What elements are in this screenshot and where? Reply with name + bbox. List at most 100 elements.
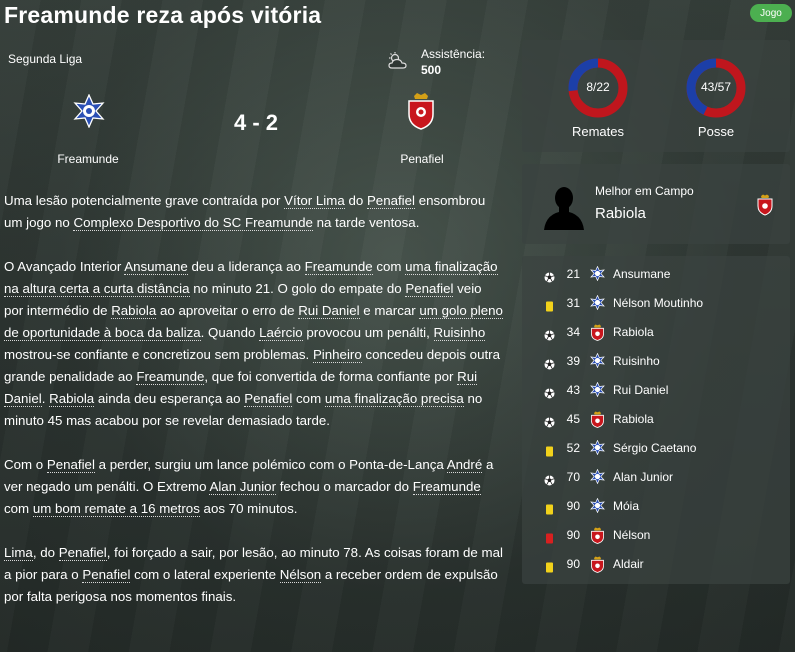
report-text: aos 70 minutos. <box>199 501 298 516</box>
penafiel-crest-icon[interactable] <box>405 92 437 130</box>
report-paragraph: O Avançado Interior Ansumane deu a lider… <box>4 256 504 432</box>
report-text: Com o <box>4 457 47 472</box>
report-link[interactable]: Freamunde <box>304 259 373 275</box>
report-link[interactable]: Rabiola <box>111 303 157 319</box>
event-player-name[interactable]: Rabiola <box>613 412 654 426</box>
goal-ball-icon <box>544 415 555 428</box>
penafiel-crest-icon <box>590 527 605 544</box>
event-row[interactable]: 39 Ruisinho <box>522 347 790 376</box>
event-row[interactable]: 90 Aldair <box>522 550 790 579</box>
event-minute: 39 <box>566 354 580 368</box>
report-text: mostrou-se confiante e concretizou sem p… <box>4 347 313 362</box>
event-player-name[interactable]: Aldair <box>613 557 644 571</box>
event-row[interactable]: 45 Rabiola <box>522 405 790 434</box>
goal-ball-icon <box>544 357 555 370</box>
penafiel-crest-icon <box>590 556 605 573</box>
report-link[interactable]: Freamunde <box>136 369 205 385</box>
red-card-icon <box>544 531 555 544</box>
event-row[interactable]: 31 Nélson Moutinho <box>522 289 790 318</box>
event-minute: 43 <box>566 383 580 397</box>
report-text: provocou um penálti, <box>302 325 434 340</box>
freamunde-crest-icon <box>590 265 605 283</box>
report-text: deu a liderança ao <box>187 259 305 274</box>
report-link[interactable]: Penafiel <box>46 457 95 473</box>
event-player-name[interactable]: Nélson Moutinho <box>613 296 703 310</box>
event-row[interactable]: 43 Rui Daniel <box>522 376 790 405</box>
home-team-name[interactable]: Freamunde <box>30 152 146 166</box>
attendance-value: 500 <box>421 63 442 77</box>
report-text: . <box>41 391 50 406</box>
freamunde-crest-icon <box>590 381 605 399</box>
event-player-name[interactable]: Ansumane <box>613 267 670 281</box>
report-link[interactable]: Rui Daniel <box>298 303 360 319</box>
report-link[interactable]: Penafiel <box>82 567 131 583</box>
report-link[interactable]: um bom remate a 16 metros <box>32 501 200 517</box>
freamunde-crest-icon <box>590 294 605 312</box>
possession-value: 43/57 <box>700 80 732 94</box>
event-player-name[interactable]: Alan Junior <box>613 470 673 484</box>
event-minute: 52 <box>566 441 580 455</box>
match-score: 4 - 2 <box>233 110 279 135</box>
report-link[interactable]: uma finalização precisa <box>324 391 464 407</box>
report-link[interactable]: Alan Junior <box>209 479 277 495</box>
report-link[interactable]: Ansumane <box>124 259 188 275</box>
report-link[interactable]: Vítor Lima <box>284 193 345 209</box>
penafiel-crest-icon <box>590 324 605 341</box>
report-link[interactable]: Rabiola <box>49 391 95 407</box>
report-link[interactable]: Penafiel <box>366 193 415 209</box>
event-row[interactable]: 70 Alan Junior <box>522 463 790 492</box>
event-player-name[interactable]: Nélson <box>613 528 650 542</box>
goal-ball-icon <box>544 328 555 341</box>
possession-label: Posse <box>697 124 735 139</box>
freamunde-crest-icon <box>590 468 605 486</box>
report-link[interactable]: Laércio <box>259 325 303 341</box>
event-player-name[interactable]: Sérgio Caetano <box>613 441 696 455</box>
page-title: Freamunde reza após vitória <box>4 2 322 28</box>
event-minute: 70 <box>566 470 580 484</box>
event-minute: 90 <box>566 557 580 571</box>
freamunde-crest-icon[interactable] <box>72 94 106 128</box>
motm-player-name[interactable]: Rabiola <box>595 205 646 222</box>
player-silhouette-icon <box>544 187 584 230</box>
report-link[interactable]: Penafiel <box>58 545 107 561</box>
event-minute: 31 <box>566 296 580 310</box>
freamunde-crest-icon <box>590 352 605 370</box>
report-link[interactable]: Ruisinho <box>433 325 486 341</box>
event-player-name[interactable]: Rui Daniel <box>613 383 668 397</box>
shots-label: Remates <box>571 124 625 139</box>
report-link[interactable]: Pinheiro <box>312 347 362 363</box>
report-link[interactable]: Complexo Desportivo do SC Freamunde <box>73 215 313 231</box>
yellow-card-icon <box>544 299 555 312</box>
report-text: com o lateral experiente <box>130 567 280 582</box>
report-text: , do <box>32 545 59 560</box>
event-minute: 90 <box>566 499 580 513</box>
report-paragraph: Uma lesão potencialmente grave contraída… <box>4 190 504 234</box>
report-link[interactable]: Penafiel <box>244 391 293 407</box>
report-link[interactable]: Lima <box>4 545 33 561</box>
report-link[interactable]: Nélson <box>279 567 322 583</box>
goal-ball-icon <box>544 386 555 399</box>
report-link[interactable]: Penafiel <box>405 281 454 297</box>
match-events-list: 21 Ansumane 31 Nélson Moutinho 34 Rabiola 39 Ru… <box>522 256 790 584</box>
event-row[interactable]: 90 Nélson <box>522 521 790 550</box>
report-text: com <box>372 259 406 274</box>
report-link[interactable]: André <box>446 457 483 473</box>
event-minute: 90 <box>566 528 580 542</box>
away-team-name[interactable]: Penafiel <box>372 152 472 166</box>
event-player-name[interactable]: Móia <box>613 499 639 513</box>
event-row[interactable]: 52 Sérgio Caetano <box>522 434 790 463</box>
man-of-the-match-panel[interactable]: Melhor em Campo Rabiola <box>522 164 790 244</box>
report-text: fechou o marcador do <box>276 479 413 494</box>
report-text: . Quando <box>200 325 260 340</box>
event-row[interactable]: 90 Móia <box>522 492 790 521</box>
league-name[interactable]: Segunda Liga <box>8 52 82 66</box>
event-player-name[interactable]: Rabiola <box>613 325 654 339</box>
shots-value: 8/22 <box>586 80 610 94</box>
report-link[interactable]: Freamunde <box>412 479 481 495</box>
event-row[interactable]: 34 Rabiola <box>522 318 790 347</box>
event-player-name[interactable]: Ruisinho <box>613 354 660 368</box>
report-text: O Avançado Interior <box>4 259 125 274</box>
report-text: Uma lesão potencialmente grave contraída… <box>4 193 285 208</box>
match-badge[interactable]: Jogo <box>750 4 792 22</box>
event-row[interactable]: 21 Ansumane <box>522 260 790 289</box>
